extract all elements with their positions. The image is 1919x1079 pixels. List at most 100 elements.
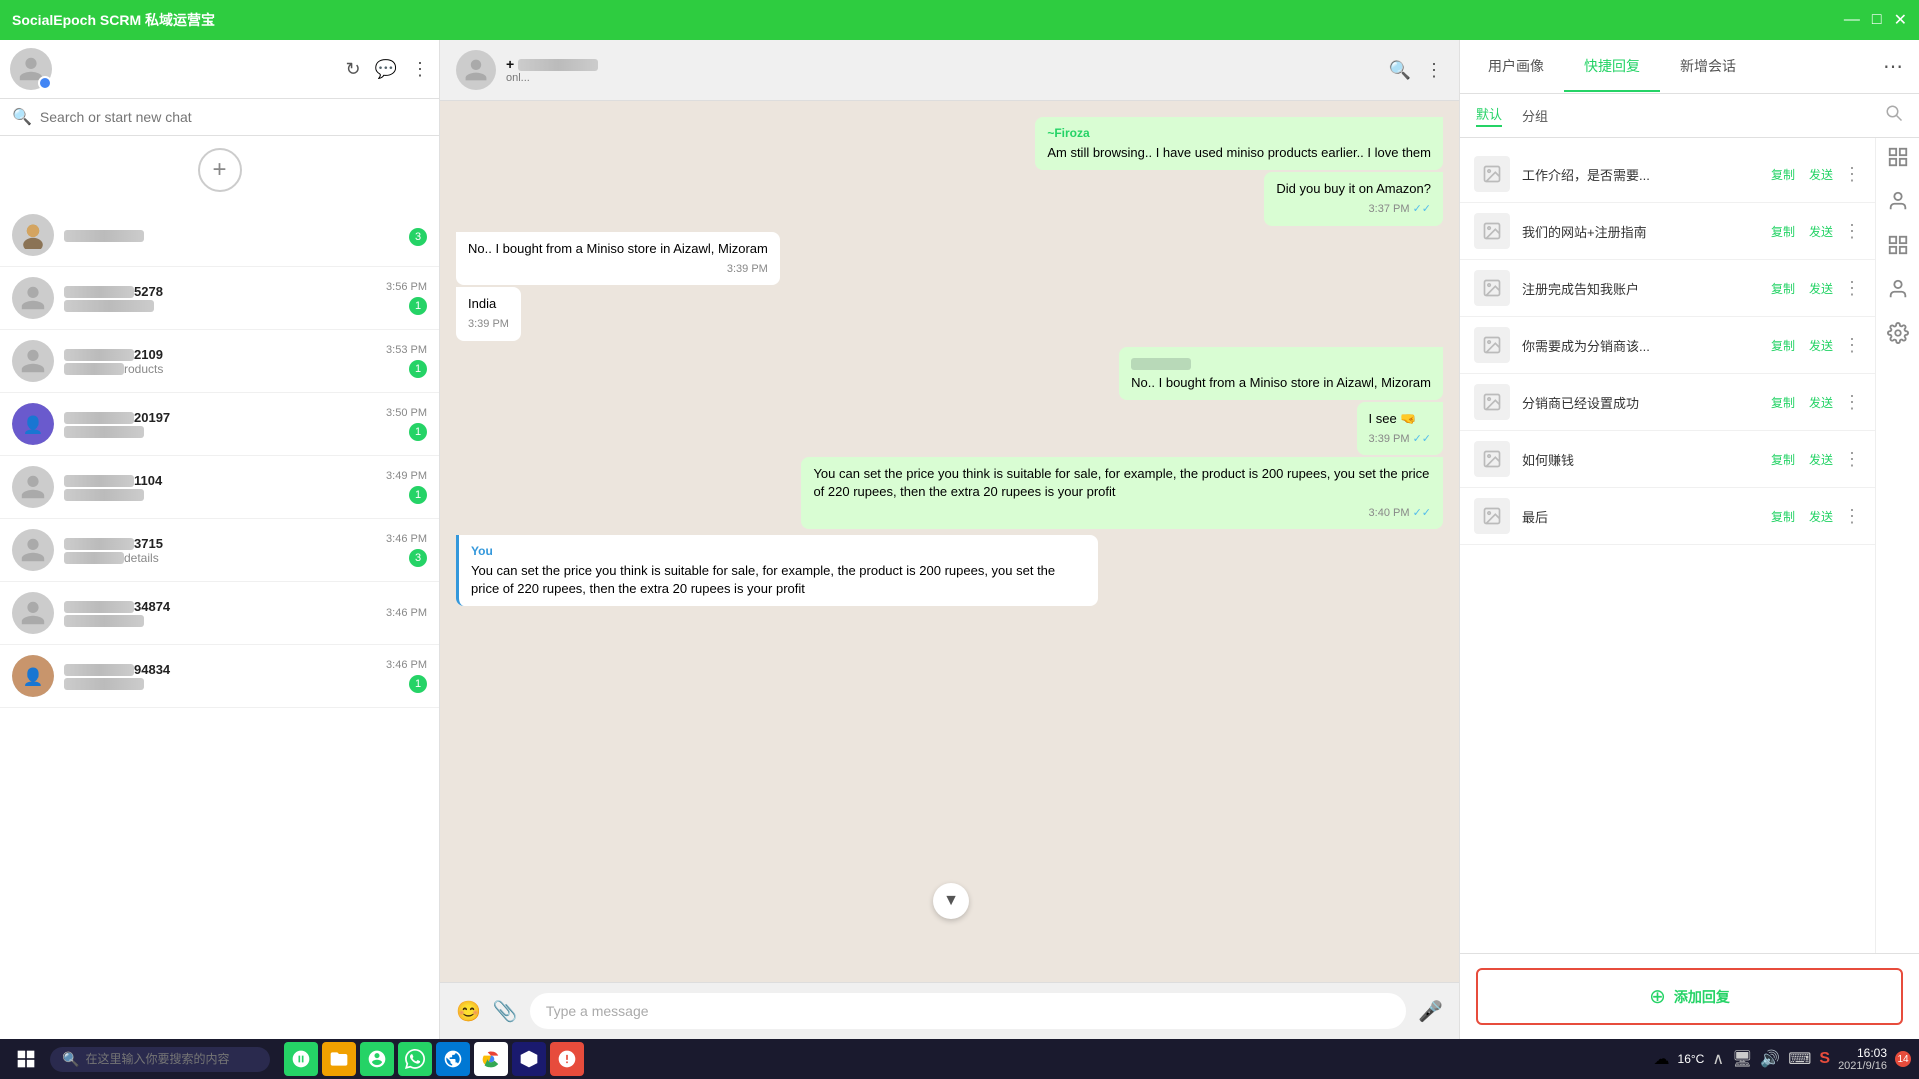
qr-copy-button[interactable]: 复制 (1767, 392, 1799, 413)
taskbar-search-input[interactable] (85, 1052, 245, 1066)
message-text: No.. I bought from a Miniso store in Aiz… (468, 240, 768, 258)
message-input[interactable] (530, 993, 1406, 1029)
taskbar-app-red[interactable] (550, 1042, 584, 1076)
contact-item[interactable]: 👤 94834 3:46 PM 1 (0, 645, 439, 708)
add-icon: ⊕ (1649, 984, 1666, 1009)
refresh-icon[interactable]: ↻ (345, 59, 360, 80)
contact-item[interactable]: 5278 3:56 PM 1 (0, 267, 439, 330)
message-group: You You can set the price you think is s… (456, 535, 1443, 606)
sidebar-header: ↻ 💬 ⋮ (0, 40, 439, 99)
message-sender: You (471, 543, 1086, 560)
qr-copy-button[interactable]: 复制 (1767, 221, 1799, 242)
contact-badge: 1 (409, 423, 427, 441)
attachment-icon[interactable]: 📎 (493, 999, 518, 1024)
qr-more-icon[interactable]: ⋮ (1843, 164, 1861, 185)
qr-send-button[interactable]: 发送 (1805, 335, 1837, 356)
contact-name: 3715 (64, 536, 376, 551)
more-icon[interactable]: ⋮ (411, 59, 429, 80)
contact-item[interactable]: 2109 roducts 3:53 PM 1 (0, 330, 439, 393)
taskbar-app-whatsapp[interactable] (398, 1042, 432, 1076)
qr-more-icon[interactable]: ⋮ (1843, 392, 1861, 413)
qr-more-icon[interactable]: ⋮ (1843, 221, 1861, 242)
system-tray-arrow[interactable]: ∧ (1712, 1049, 1724, 1069)
qr-copy-button[interactable]: 复制 (1767, 164, 1799, 185)
keyboard-icon[interactable]: ⌨ (1788, 1049, 1811, 1069)
contact-meta: 3:46 PM 3 (386, 533, 427, 567)
chat-header-icons: 🔍 ⋮ (1389, 60, 1443, 81)
qr-copy-button[interactable]: 复制 (1767, 278, 1799, 299)
contact-avatar (12, 214, 54, 256)
taskbar-app-chrome[interactable] (474, 1042, 508, 1076)
taskbar-app-unknown[interactable] (512, 1042, 546, 1076)
subtab-default[interactable]: 默认 (1476, 104, 1502, 127)
contact-info: 2109 roducts (64, 347, 376, 376)
qr-send-button[interactable]: 发送 (1805, 392, 1837, 413)
contacts-sidebar: ↻ 💬 ⋮ 🔍 + (0, 40, 440, 1039)
message-bubble: Did you buy it on Amazon? 3:37 PM ✓✓ (1264, 172, 1443, 226)
volume-icon[interactable]: 🔊 (1760, 1049, 1780, 1069)
network-icon[interactable]: 🖥 (1732, 1049, 1752, 1069)
profile-icon[interactable] (1887, 146, 1909, 174)
qr-copy-button[interactable]: 复制 (1767, 449, 1799, 470)
contact-meta: 3:50 PM 1 (386, 407, 427, 441)
contact-item[interactable]: 1104 3:49 PM 1 (0, 456, 439, 519)
tab-new-chat[interactable]: 新增会话 (1660, 42, 1756, 92)
qr-more-icon[interactable]: ⋮ (1843, 335, 1861, 356)
voice-icon[interactable]: 🎤 (1418, 999, 1443, 1024)
taskbar-app-whatsapp-circle[interactable] (284, 1042, 318, 1076)
message-group: No.. I bought from a Miniso store in Aiz… (456, 232, 1443, 341)
right-panel: 用户画像 快捷回复 新增会话 ⋯ 默认 分组 (1459, 40, 1919, 1039)
notification-badge[interactable]: 14 (1895, 1051, 1911, 1067)
scroll-to-bottom-button[interactable]: ▼ (933, 883, 969, 919)
chat-icon[interactable]: 💬 (375, 59, 397, 80)
contact-item[interactable]: 👤 20197 3:50 PM 1 (0, 393, 439, 456)
contacts-list: 3 5278 3:56 PM 1 (0, 204, 439, 1039)
taskbar-app-wechat[interactable] (360, 1042, 394, 1076)
ime-icon[interactable]: S (1819, 1050, 1830, 1068)
qr-actions: 复制 发送 ⋮ (1767, 449, 1861, 470)
message-time: 3:39 PM ✓✓ (1369, 432, 1431, 447)
contact-badge: 1 (409, 360, 427, 378)
contact-item[interactable]: 34874 3:46 PM (0, 582, 439, 645)
contact-avatar (12, 340, 54, 382)
qr-send-button[interactable]: 发送 (1805, 164, 1837, 185)
search-bar: 🔍 (0, 99, 439, 136)
contact-time: 3:53 PM (386, 344, 427, 356)
contact-info: 5278 (64, 284, 376, 313)
minimize-button[interactable]: — (1844, 10, 1860, 30)
subtab-group[interactable]: 分组 (1522, 106, 1548, 125)
taskbar-app-file-manager[interactable] (322, 1042, 356, 1076)
qr-send-button[interactable]: 发送 (1805, 449, 1837, 470)
maximize-button[interactable]: □ (1872, 10, 1882, 30)
contact-preview (64, 488, 376, 502)
emoji-icon[interactable]: 😊 (456, 999, 481, 1024)
apps-icon[interactable] (1887, 234, 1909, 262)
search-input[interactable] (40, 109, 427, 125)
taskbar-app-browser[interactable] (436, 1042, 470, 1076)
close-button[interactable]: ✕ (1894, 10, 1907, 30)
qr-more-icon[interactable]: ⋮ (1843, 449, 1861, 470)
qr-send-button[interactable]: 发送 (1805, 278, 1837, 299)
qr-copy-button[interactable]: 复制 (1767, 335, 1799, 356)
settings-icon[interactable] (1887, 322, 1909, 350)
add-reply-button[interactable]: ⊕ 添加回复 (1476, 968, 1903, 1025)
tab-quick-reply[interactable]: 快捷回复 (1564, 42, 1660, 92)
subtab-search-icon[interactable] (1885, 104, 1903, 127)
contacts-icon[interactable] (1887, 190, 1909, 218)
add-chat-button[interactable]: + (198, 148, 242, 192)
qr-send-button[interactable]: 发送 (1805, 506, 1837, 527)
contact-name: 2109 (64, 347, 376, 362)
contact-item[interactable]: 3715 details 3:46 PM 3 (0, 519, 439, 582)
qr-more-icon[interactable]: ⋮ (1843, 278, 1861, 299)
qr-copy-button[interactable]: 复制 (1767, 506, 1799, 527)
search-chat-icon[interactable]: 🔍 (1389, 60, 1411, 81)
user-icon[interactable] (1887, 278, 1909, 306)
contact-item[interactable]: 3 (0, 204, 439, 267)
more-options-icon[interactable]: ⋯ (1875, 40, 1911, 93)
qr-send-button[interactable]: 发送 (1805, 221, 1837, 242)
more-chat-icon[interactable]: ⋮ (1425, 60, 1443, 81)
message-text: You can set the price you think is suita… (813, 465, 1431, 501)
start-button[interactable] (8, 1041, 44, 1077)
tab-portrait[interactable]: 用户画像 (1468, 42, 1564, 92)
qr-more-icon[interactable]: ⋮ (1843, 506, 1861, 527)
